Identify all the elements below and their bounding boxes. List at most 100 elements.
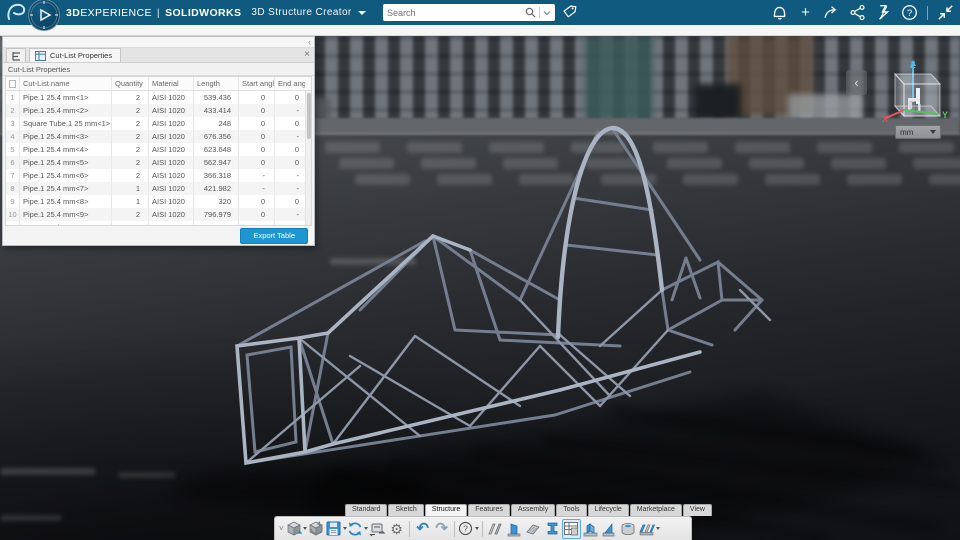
table-cell[interactable]: 1 — [112, 182, 149, 195]
help-dropdown-icon[interactable] — [475, 527, 479, 530]
notification-icon[interactable] — [771, 4, 788, 21]
collapse-window-icon[interactable] — [937, 4, 954, 21]
table-row[interactable]: 11Square Tube.1 25 mm<2>1AISI 1020395.09… — [6, 221, 311, 225]
table-cell[interactable]: 9 — [6, 195, 20, 208]
unit-selector-dropdown[interactable]: mm — [895, 125, 941, 139]
table-cell[interactable]: 5 — [6, 143, 20, 156]
share-arrow-icon[interactable] — [823, 4, 840, 21]
ribbon-tab-marketplace[interactable]: Marketplace — [630, 504, 682, 516]
table-cell[interactable]: - — [275, 104, 305, 117]
frame-pattern-dropdown-icon[interactable] — [656, 527, 660, 530]
header-end-angle[interactable]: End angle — [275, 77, 305, 90]
ribbon-tab-standard[interactable]: Standard — [345, 504, 387, 516]
table-row[interactable]: 9Pipe.1 25.4 mm<8>1AISI 102032000 — [6, 195, 311, 208]
table-cell[interactable]: 7 — [6, 169, 20, 182]
table-cell[interactable]: 2 — [6, 104, 20, 117]
table-cell[interactable]: Square Tube.1 25 mm<1> — [20, 117, 112, 130]
tab-design-tree[interactable] — [6, 48, 26, 62]
profile-button[interactable] — [543, 519, 562, 539]
table-cell[interactable]: 2 — [112, 208, 149, 221]
cut-list-table-button[interactable] — [562, 519, 581, 539]
weld-bead-button[interactable] — [619, 519, 638, 539]
table-row[interactable]: 4Pipe.1 25.4 mm<3>2AISI 1020676.3560- — [6, 130, 311, 143]
table-row[interactable]: 1Pipe.1 25.4 mm<1>2AISI 1020539.43600 — [6, 91, 311, 104]
table-cell[interactable]: 1.09702 — [239, 221, 275, 225]
table-cell[interactable]: 676.356 — [194, 130, 239, 143]
undo-button[interactable]: ↶ — [413, 519, 432, 539]
table-cell[interactable]: AISI 1020 — [149, 117, 194, 130]
table-cell[interactable]: Pipe.1 25.4 mm<5> — [20, 156, 112, 169]
table-cell[interactable]: 0 — [275, 156, 305, 169]
table-row[interactable]: 5Pipe.1 25.4 mm<4>2AISI 1020623.64800 — [6, 143, 311, 156]
table-cell[interactable]: 2 — [112, 117, 149, 130]
apps-lightning-icon[interactable] — [875, 4, 892, 21]
table-cell[interactable]: - — [275, 208, 305, 221]
header-material[interactable]: Material — [149, 77, 194, 90]
table-cell[interactable]: 0 — [239, 143, 275, 156]
save-button[interactable] — [326, 519, 347, 539]
table-cell[interactable]: AISI 1020 — [149, 143, 194, 156]
table-cell[interactable]: 2 — [112, 91, 149, 104]
table-cell[interactable]: 366.318 — [194, 169, 239, 182]
table-scrollbar[interactable] — [305, 91, 311, 225]
table-cell[interactable]: 1 — [112, 195, 149, 208]
table-cell[interactable]: Pipe.1 25.4 mm<2> — [20, 104, 112, 117]
table-cell[interactable]: Pipe.1 25.4 mm<6> — [20, 169, 112, 182]
tab-cut-list-properties[interactable]: Cut-List Properties — [29, 48, 121, 62]
table-cell[interactable]: 0 — [239, 208, 275, 221]
export-table-button[interactable]: Export Table — [240, 228, 308, 244]
table-cell[interactable]: AISI 1020 — [149, 156, 194, 169]
header-cut-list-name[interactable]: Cut-List name — [20, 77, 112, 90]
table-cell[interactable]: 6 — [6, 156, 20, 169]
table-cell[interactable]: 623.648 — [194, 143, 239, 156]
tag-icon[interactable] — [562, 4, 578, 20]
app-name[interactable]: 3D Structure Creator — [251, 7, 351, 18]
table-cell[interactable]: Pipe.1 25.4 mm<8> — [20, 195, 112, 208]
table-cell[interactable]: 796.979 — [194, 208, 239, 221]
table-row[interactable]: 10Pipe.1 25.4 mm<9>2AISI 1020796.9790- — [6, 208, 311, 221]
import-export-button[interactable] — [368, 519, 387, 539]
table-cell[interactable]: Pipe.1 25.4 mm<9> — [20, 208, 112, 221]
3dexperience-compass[interactable] — [28, 0, 60, 31]
table-cell[interactable]: AISI 1020 — [149, 169, 194, 182]
table-cell[interactable]: 3 — [6, 117, 20, 130]
table-cell[interactable]: 0 — [239, 130, 275, 143]
table-cell[interactable]: 11 — [6, 221, 20, 225]
table-cell[interactable]: 4 — [6, 130, 20, 143]
table-cell[interactable]: 433.414 — [194, 104, 239, 117]
table-cell[interactable]: 0 — [239, 156, 275, 169]
table-cell[interactable]: 0 — [239, 91, 275, 104]
table-cell[interactable]: Pipe.1 25.4 mm<7> — [20, 182, 112, 195]
table-cell[interactable]: 0 — [275, 195, 305, 208]
table-cell[interactable]: Pipe.1 25.4 mm<3> — [20, 130, 112, 143]
table-cell[interactable]: AISI 1020 — [149, 182, 194, 195]
ribbon-tab-sketch[interactable]: Sketch — [388, 504, 423, 516]
table-row[interactable]: 8Pipe.1 25.4 mm<7>1AISI 1020421.982-- — [6, 182, 311, 195]
table-cell[interactable]: - — [275, 182, 305, 195]
frame-pattern-button[interactable] — [638, 519, 661, 539]
table-cell[interactable]: Pipe.1 25.4 mm<1> — [20, 91, 112, 104]
table-cell[interactable]: 2 — [112, 143, 149, 156]
ribbon-tab-lifecycle[interactable]: Lifecycle — [588, 504, 629, 516]
scrollbar-thumb[interactable] — [307, 93, 311, 139]
share-network-icon[interactable] — [849, 4, 866, 21]
table-cell[interactable]: 395.095 — [194, 221, 239, 225]
settings-button[interactable]: ⚙ — [387, 519, 406, 539]
ribbon-tab-features[interactable]: Features — [468, 504, 510, 516]
ribbon-tab-assembly[interactable]: Assembly — [511, 504, 555, 516]
table-row[interactable]: 7Pipe.1 25.4 mm<6>2AISI 1020366.318-- — [6, 169, 311, 182]
table-cell[interactable]: AISI 1020 — [149, 104, 194, 117]
redo-button[interactable]: ↷ — [432, 519, 451, 539]
table-cell[interactable]: 10 — [6, 208, 20, 221]
table-cell[interactable]: 562.947 — [194, 156, 239, 169]
panel-collapse-icon[interactable]: ‹ — [308, 37, 311, 47]
table-cell[interactable]: AISI 1020 — [149, 208, 194, 221]
table-row[interactable]: 2Pipe.1 25.4 mm<2>2AISI 1020433.4140- — [6, 104, 311, 117]
app-switcher-chevron-icon[interactable] — [358, 11, 366, 15]
insert-3d-shape-button[interactable] — [286, 519, 308, 539]
add-content-icon[interactable]: + — [797, 4, 814, 21]
ribbon-tab-view[interactable]: View — [683, 504, 712, 516]
table-cell[interactable]: AISI 1020 — [149, 91, 194, 104]
help-icon[interactable]: ? — [901, 4, 918, 21]
gusset-button[interactable] — [581, 519, 600, 539]
